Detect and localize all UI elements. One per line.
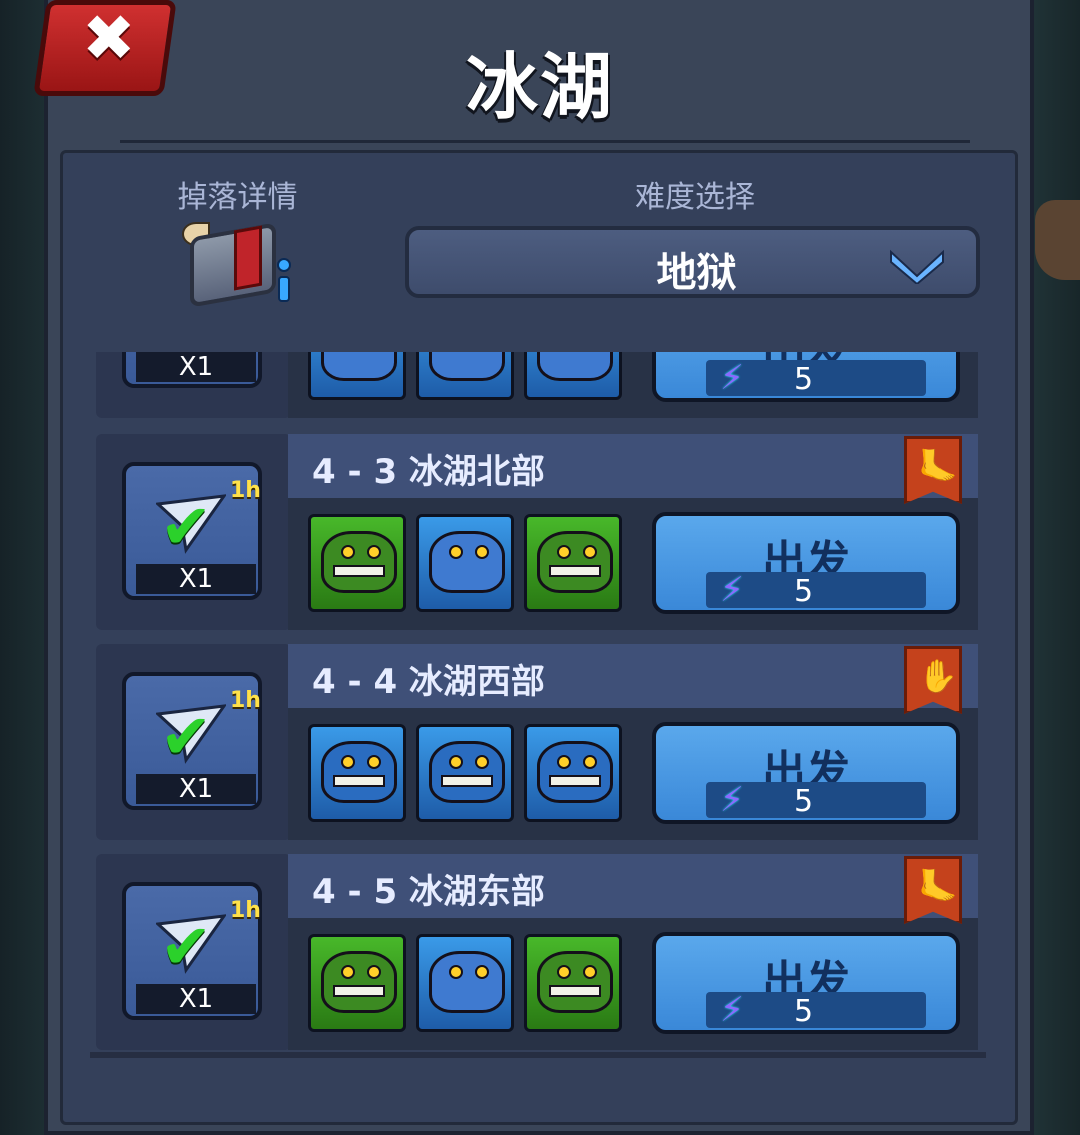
info-icon <box>274 258 294 302</box>
close-icon: ✖ <box>82 2 136 76</box>
stage-name: 4 - 3 冰湖北部 <box>312 452 545 492</box>
enemy-portrait[interactable] <box>308 724 406 822</box>
reward-slot[interactable]: ✔ 1h X1 <box>122 462 262 600</box>
treasure-chest-icon <box>190 222 276 308</box>
enemy-portrait[interactable] <box>308 934 406 1032</box>
check-icon: ✔ <box>160 910 212 983</box>
difficulty-dropdown[interactable]: 地狱 <box>405 226 980 298</box>
stage-row: 4 - 3 冰湖北部 🦶 ✔ 1h X1 出发 ⚡ 5 <box>92 434 982 632</box>
energy-icon: ⚡ <box>720 358 744 398</box>
drop-details-label: 掉落详情 <box>177 180 298 215</box>
difficulty-label: 难度选择 <box>635 180 755 215</box>
title-divider <box>120 140 970 143</box>
energy-cost: 5 <box>794 362 814 397</box>
hand-icon: ✋ <box>918 657 958 695</box>
enemy-portrait[interactable] <box>524 934 622 1032</box>
energy-cost: 5 <box>794 784 814 819</box>
stage-name: 4 - 5 冰湖东部 <box>312 872 545 912</box>
stage-name: 4 - 4 冰湖西部 <box>312 662 545 702</box>
energy-icon: ⚡ <box>720 780 744 820</box>
energy-cost: 5 <box>794 994 814 1029</box>
stage-row-partial: X1 出发 ⚡ 5 <box>92 352 982 420</box>
enemy-portrait[interactable] <box>308 352 406 400</box>
depart-button[interactable]: 出发 ⚡ 5 <box>652 722 960 824</box>
enemy-portrait[interactable] <box>308 514 406 612</box>
stage-row: 4 - 5 冰湖东部 🦶 ✔ 1h X1 出发 ⚡ 5 <box>92 854 982 1052</box>
background-rock <box>1035 200 1080 280</box>
drop-details-button[interactable] <box>182 212 294 308</box>
chevron-down-icon <box>890 249 944 284</box>
stage-row: 4 - 4 冰湖西部 ✋ ✔ 1h X1 出发 ⚡ 5 <box>92 644 982 842</box>
enemy-portrait[interactable] <box>416 724 514 822</box>
foot-icon: 🦶 <box>918 867 958 905</box>
enemy-portrait[interactable] <box>524 724 622 822</box>
reward-quantity: X1 <box>136 564 256 594</box>
enemy-portrait[interactable] <box>524 514 622 612</box>
depart-button[interactable]: 出发 ⚡ 5 <box>652 512 960 614</box>
check-icon: ✔ <box>160 490 212 563</box>
energy-cost: 5 <box>794 574 814 609</box>
energy-icon: ⚡ <box>720 570 744 610</box>
reward-slot[interactable]: ✔ 1h X1 <box>122 672 262 810</box>
list-bottom-border <box>90 1052 986 1058</box>
reward-time: 1h <box>230 898 261 923</box>
reward-time: 1h <box>230 688 261 713</box>
reward-quantity: X1 <box>136 352 256 382</box>
stage-list[interactable]: X1 出发 ⚡ 5 4 - 3 冰湖北部 🦶 ✔ 1h X1 出发 ⚡ <box>92 352 982 1052</box>
reward-slot[interactable]: ✔ 1h X1 <box>122 882 262 1020</box>
enemy-portrait[interactable] <box>524 352 622 400</box>
energy-icon: ⚡ <box>720 990 744 1030</box>
chest-cloth <box>234 225 262 291</box>
reward-time: 1h <box>230 478 261 503</box>
check-icon: ✔ <box>160 700 212 773</box>
reward-quantity: X1 <box>136 774 256 804</box>
depart-button[interactable]: 出发 ⚡ 5 <box>652 932 960 1034</box>
enemy-portrait[interactable] <box>416 352 514 400</box>
reward-quantity: X1 <box>136 984 256 1014</box>
close-button[interactable]: ✖ <box>33 0 177 100</box>
reward-slot[interactable]: X1 <box>122 352 262 388</box>
enemy-portrait[interactable] <box>416 514 514 612</box>
foot-icon: 🦶 <box>918 447 958 485</box>
depart-button[interactable]: 出发 ⚡ 5 <box>652 352 960 402</box>
enemy-portrait[interactable] <box>416 934 514 1032</box>
